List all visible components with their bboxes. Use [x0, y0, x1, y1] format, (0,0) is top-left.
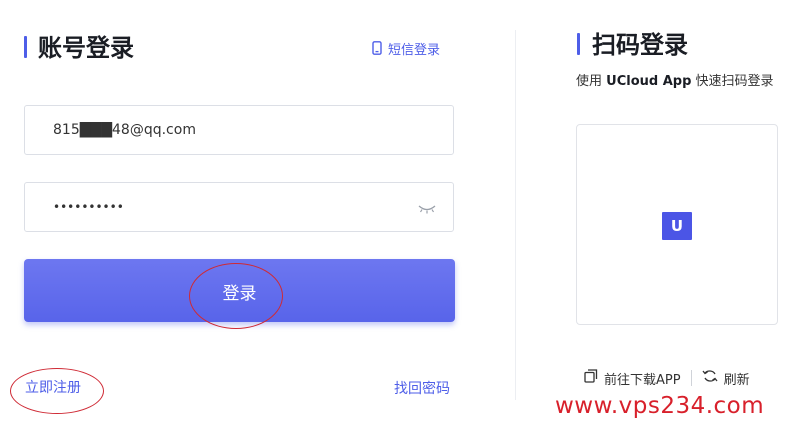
refresh-label: 刷新 [723, 372, 750, 388]
qr-title-accent-bar [577, 33, 580, 55]
account-login-title: 账号登录 [38, 34, 134, 62]
subtitle-prefix: 使用 [576, 74, 607, 89]
subtitle-suffix: 快速扫码登录 [691, 74, 774, 89]
download-app-link[interactable]: 前往下载APP [584, 369, 681, 388]
qr-login-title: 扫码登录 [592, 31, 688, 59]
qr-actions: 前往下载APP 刷新 [584, 368, 750, 388]
forgot-password-link[interactable]: 找回密码 [394, 379, 450, 399]
watermark-text: www.vps234.com [555, 393, 765, 419]
subtitle-app-name: UCloud App [606, 74, 692, 89]
eye-closed-icon[interactable] [417, 201, 437, 215]
register-link[interactable]: 立即注册 [25, 378, 81, 398]
phone-icon [372, 41, 382, 55]
email-input[interactable] [53, 106, 413, 154]
refresh-icon [702, 369, 718, 387]
qr-login-subtitle: 使用 UCloud App 快速扫码登录 [576, 73, 774, 91]
login-button[interactable]: 登录 [24, 259, 455, 322]
password-field[interactable] [24, 182, 454, 232]
title-accent-bar [24, 36, 27, 58]
copy-icon [584, 369, 598, 387]
password-input[interactable] [53, 183, 413, 231]
action-separator [690, 370, 692, 386]
email-field[interactable] [24, 105, 454, 155]
login-button-label: 登录 [222, 284, 257, 304]
sms-login-label: 短信登录 [388, 42, 441, 58]
ucloud-logo: U [662, 212, 692, 240]
sms-login-link[interactable]: 短信登录 [372, 38, 440, 58]
download-app-label: 前往下载APP [604, 372, 681, 388]
refresh-button[interactable]: 刷新 [702, 369, 750, 388]
